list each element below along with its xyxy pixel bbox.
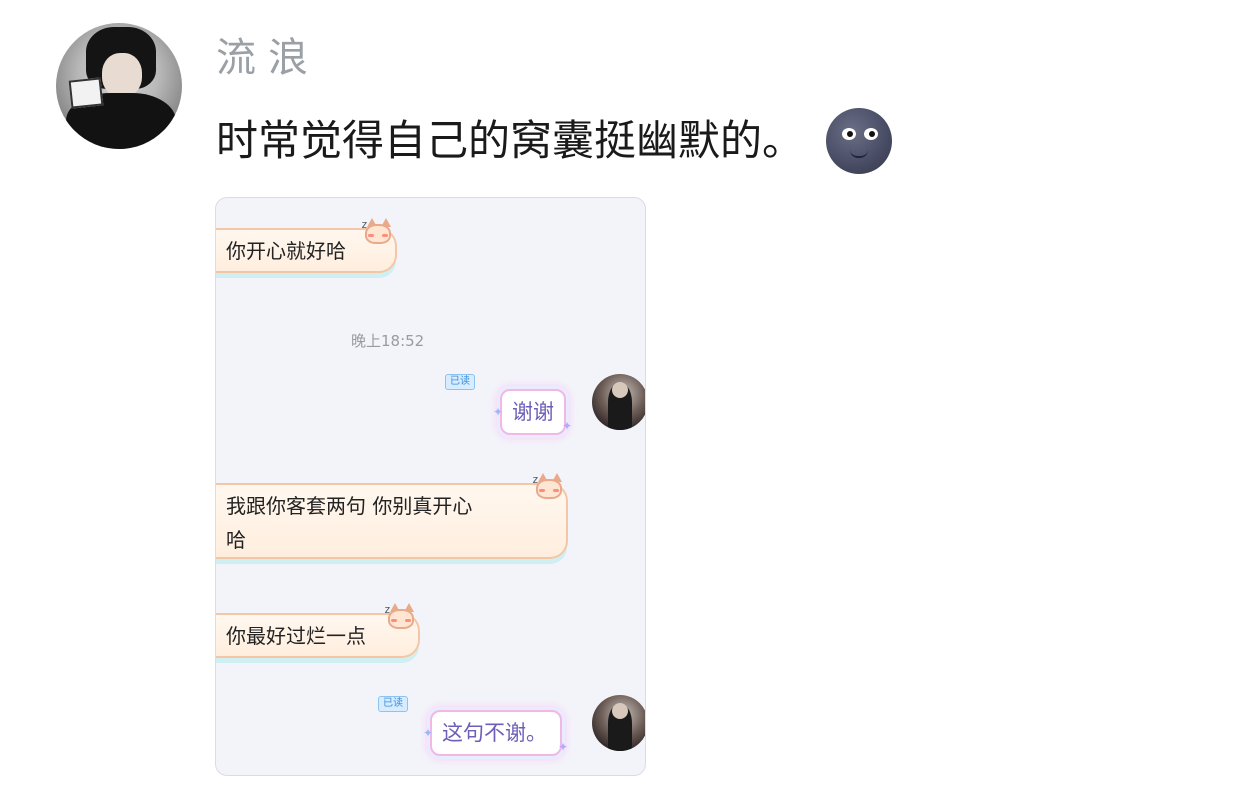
message-text: 你开心就好哈 [226, 239, 346, 263]
cat-sticker-icon: z [384, 603, 416, 629]
message-text-line: 我跟你客套两句 你别真开心 [226, 494, 473, 518]
incoming-message-bubble: 我跟你客套两句 你别真开心 哈 z [216, 473, 568, 559]
chat-screenshot-image[interactable]: 你开心就好哈 z 晚上18:52 已读 谢谢 ✦ ✦ 我跟你客套两句 你别真开心… [215, 197, 646, 776]
username[interactable]: 流浪 [216, 30, 320, 86]
message-text-line: 哈 [226, 528, 246, 552]
sparkle-icon: ✦ [557, 740, 568, 754]
chat-avatar[interactable] [592, 695, 645, 751]
outgoing-message-bubble: 这句不谢。 ✦ ✦ [423, 710, 568, 756]
sparkle-icon: ✦ [493, 405, 504, 419]
post-text: 时常觉得自己的窝囊挺幽默的。 [216, 116, 805, 165]
user-avatar[interactable] [56, 23, 182, 149]
message-text: 这句不谢。 [442, 721, 547, 745]
new-moon-face-icon [826, 108, 893, 174]
post-text-row: 时常觉得自己的窝囊挺幽默的。 [216, 108, 893, 174]
message-text: 谢谢 [512, 400, 554, 424]
read-status-badge: 已读 [378, 696, 408, 712]
incoming-message-bubble: 你开心就好哈 z [216, 218, 397, 273]
sparkle-icon: ✦ [423, 726, 434, 740]
chat-timestamp: 晚上18:52 [351, 332, 425, 350]
sparkle-icon: ✦ [561, 419, 572, 433]
message-text: 你最好过烂一点 [226, 624, 366, 648]
incoming-message-bubble: 你最好过烂一点 z [216, 603, 420, 658]
weibo-post: 流浪 时常觉得自己的窝囊挺幽默的。 你开心就好哈 z 晚上18:52 已读 谢谢… [0, 0, 1260, 797]
outgoing-message-bubble: 谢谢 ✦ ✦ [493, 389, 572, 435]
cat-sticker-icon: z [532, 473, 564, 499]
chat-avatar[interactable] [592, 374, 645, 430]
read-status-badge: 已读 [445, 374, 475, 390]
cat-sticker-icon: z [361, 218, 393, 244]
